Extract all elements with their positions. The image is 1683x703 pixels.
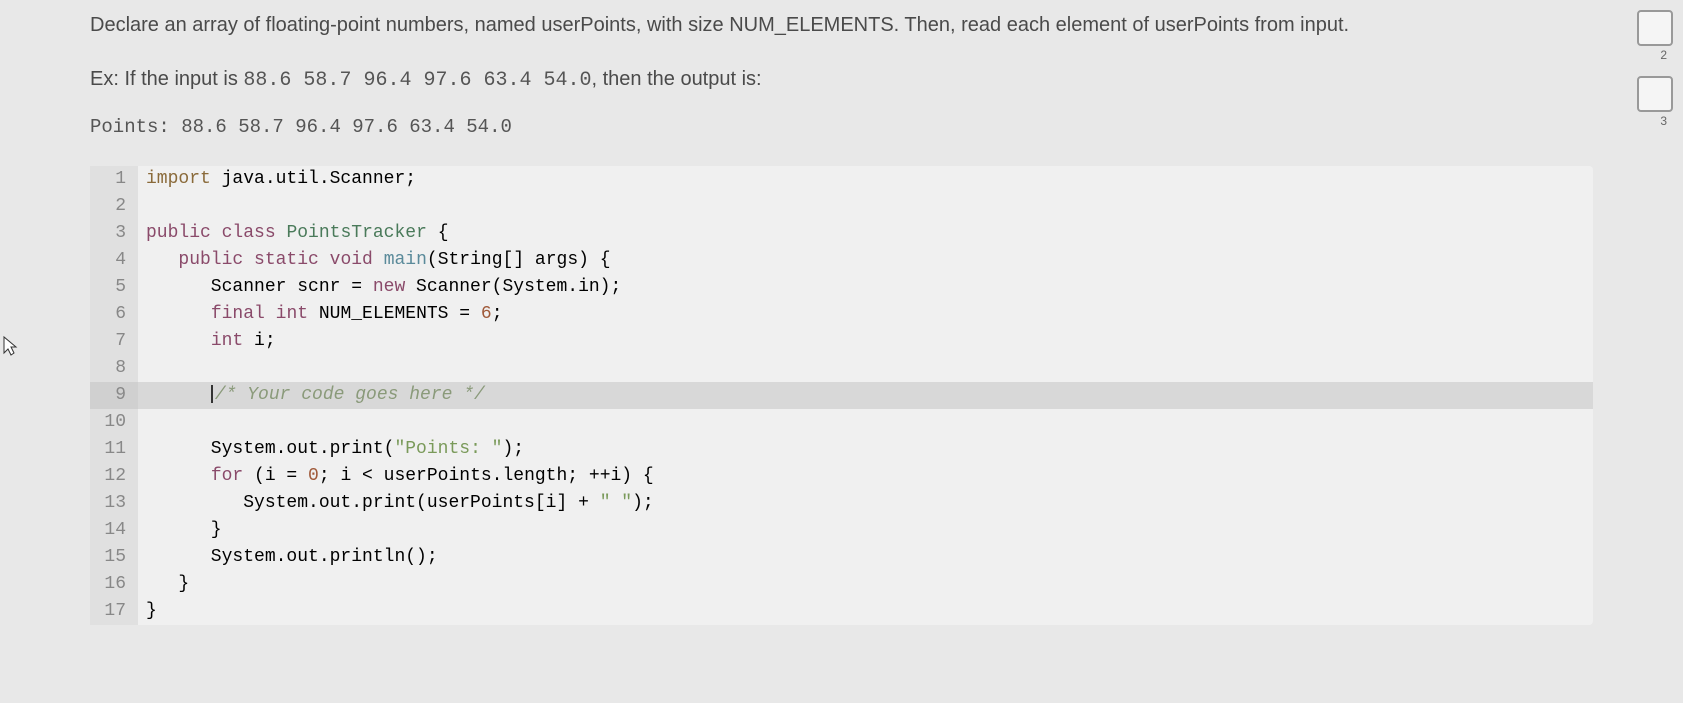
example-suffix: , then the output is: bbox=[591, 68, 761, 90]
code-line-16[interactable]: 16 } bbox=[90, 571, 1593, 598]
code-line-17[interactable]: 17 } bbox=[90, 598, 1593, 625]
line-number: 9 bbox=[90, 382, 138, 409]
code-line-3[interactable]: 3 public class PointsTracker { bbox=[90, 220, 1593, 247]
code-line-9[interactable]: 9 /* Your code goes here */ bbox=[90, 382, 1593, 409]
code-text: } bbox=[138, 571, 1593, 598]
line-number: 15 bbox=[90, 544, 138, 571]
line-number: 8 bbox=[90, 355, 138, 382]
line-number: 17 bbox=[90, 598, 138, 625]
side-box-2[interactable]: 2 bbox=[1637, 10, 1673, 46]
code-text: } bbox=[138, 598, 1593, 625]
code-text: /* Your code goes here */ bbox=[138, 382, 1593, 409]
code-line-8[interactable]: 8 bbox=[90, 355, 1593, 382]
example-line: Ex: If the input is 88.6 58.7 96.4 97.6 … bbox=[90, 64, 1593, 96]
code-text: public static void main(String[] args) { bbox=[138, 247, 1593, 274]
line-number: 7 bbox=[90, 328, 138, 355]
side-controls: 2 3 bbox=[1637, 10, 1673, 112]
line-number: 4 bbox=[90, 247, 138, 274]
code-text: for (i = 0; i < userPoints.length; ++i) … bbox=[138, 463, 1593, 490]
code-text: public class PointsTracker { bbox=[138, 220, 1593, 247]
code-line-1[interactable]: 1 import java.util.Scanner; bbox=[90, 166, 1593, 193]
code-line-12[interactable]: 12 for (i = 0; i < userPoints.length; ++… bbox=[90, 463, 1593, 490]
code-text: Scanner scnr = new Scanner(System.in); bbox=[138, 274, 1593, 301]
line-number: 13 bbox=[90, 490, 138, 517]
side-box-label: 3 bbox=[1660, 114, 1667, 128]
code-line-2[interactable]: 2 bbox=[90, 193, 1593, 220]
code-editor[interactable]: 1 import java.util.Scanner; 2 3 public c… bbox=[90, 166, 1593, 625]
code-text: import java.util.Scanner; bbox=[138, 166, 1593, 193]
code-text: System.out.println(); bbox=[138, 544, 1593, 571]
code-line-11[interactable]: 11 System.out.print("Points: "); bbox=[90, 436, 1593, 463]
line-number: 3 bbox=[90, 220, 138, 247]
side-box-label: 2 bbox=[1660, 48, 1667, 62]
code-text: System.out.print(userPoints[i] + " "); bbox=[138, 490, 1593, 517]
code-text: System.out.print("Points: "); bbox=[138, 436, 1593, 463]
line-number: 10 bbox=[90, 409, 138, 436]
code-line-15[interactable]: 15 System.out.println(); bbox=[90, 544, 1593, 571]
line-number: 14 bbox=[90, 517, 138, 544]
code-line-5[interactable]: 5 Scanner scnr = new Scanner(System.in); bbox=[90, 274, 1593, 301]
code-line-7[interactable]: 7 int i; bbox=[90, 328, 1593, 355]
code-text: int i; bbox=[138, 328, 1593, 355]
line-number: 16 bbox=[90, 571, 138, 598]
line-number: 5 bbox=[90, 274, 138, 301]
code-line-4[interactable]: 4 public static void main(String[] args)… bbox=[90, 247, 1593, 274]
example-input: 88.6 58.7 96.4 97.6 63.4 54.0 bbox=[243, 69, 591, 92]
line-number: 2 bbox=[90, 193, 138, 220]
code-line-14[interactable]: 14 } bbox=[90, 517, 1593, 544]
line-number: 12 bbox=[90, 463, 138, 490]
code-text: final int NUM_ELEMENTS = 6; bbox=[138, 301, 1593, 328]
line-number: 11 bbox=[90, 436, 138, 463]
code-line-6[interactable]: 6 final int NUM_ELEMENTS = 6; bbox=[90, 301, 1593, 328]
code-line-10[interactable]: 10 bbox=[90, 409, 1593, 436]
code-line-13[interactable]: 13 System.out.print(userPoints[i] + " ")… bbox=[90, 490, 1593, 517]
side-box-3[interactable]: 3 bbox=[1637, 76, 1673, 112]
expected-output: Points: 88.6 58.7 96.4 97.6 63.4 54.0 bbox=[90, 116, 1593, 138]
problem-description: Declare an array of floating-point numbe… bbox=[90, 10, 1593, 40]
line-number: 6 bbox=[90, 301, 138, 328]
example-prefix: Ex: If the input is bbox=[90, 68, 243, 90]
line-number: 1 bbox=[90, 166, 138, 193]
code-text: } bbox=[138, 517, 1593, 544]
